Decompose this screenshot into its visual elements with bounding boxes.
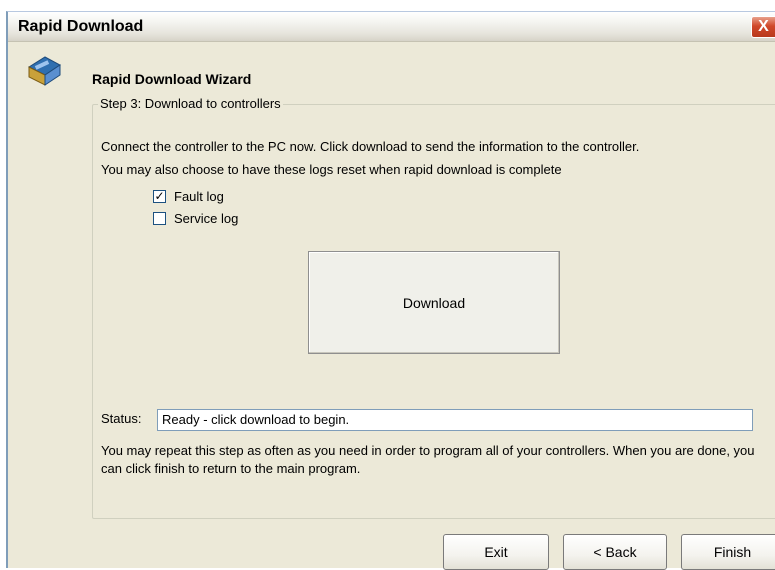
download-button[interactable]: Download bbox=[308, 251, 560, 354]
wizard-title: Rapid Download Wizard bbox=[92, 71, 252, 87]
title-bar[interactable]: Rapid Download X bbox=[8, 12, 775, 42]
fault-log-label: Fault log bbox=[174, 189, 224, 204]
exit-label: Exit bbox=[484, 544, 508, 560]
step-groupbox: Step 3: Download to controllers Connect … bbox=[92, 96, 775, 519]
exit-button[interactable]: Exit bbox=[443, 534, 549, 570]
finish-label: Finish bbox=[713, 544, 752, 560]
instruction-text-2: You may also choose to have these logs r… bbox=[101, 162, 562, 177]
status-field: Ready - click download to begin. bbox=[157, 409, 753, 431]
instruction-text-1: Connect the controller to the PC now. Cl… bbox=[101, 139, 640, 154]
fault-log-option[interactable]: ✓ Fault log bbox=[153, 189, 224, 204]
service-log-label: Service log bbox=[174, 211, 239, 226]
wizard-app-icon bbox=[27, 56, 61, 86]
service-log-checkbox[interactable] bbox=[153, 212, 166, 225]
close-icon: X bbox=[758, 18, 769, 35]
back-label: < Back bbox=[593, 544, 637, 560]
service-log-option[interactable]: Service log bbox=[153, 211, 238, 226]
back-button[interactable]: < Back bbox=[563, 534, 667, 570]
step-title: Step 3: Download to controllers bbox=[98, 96, 283, 111]
rapid-download-window: Rapid Download X Rapid Download Wizard S… bbox=[6, 11, 775, 570]
close-button[interactable]: X bbox=[751, 16, 775, 38]
finish-button[interactable]: Finish bbox=[681, 534, 775, 570]
window-title: Rapid Download bbox=[18, 18, 144, 35]
fault-log-checkbox[interactable]: ✓ bbox=[153, 190, 166, 203]
info-text: You may repeat this step as often as you… bbox=[101, 443, 755, 476]
status-label: Status: bbox=[101, 411, 142, 426]
download-label: Download bbox=[402, 294, 466, 311]
